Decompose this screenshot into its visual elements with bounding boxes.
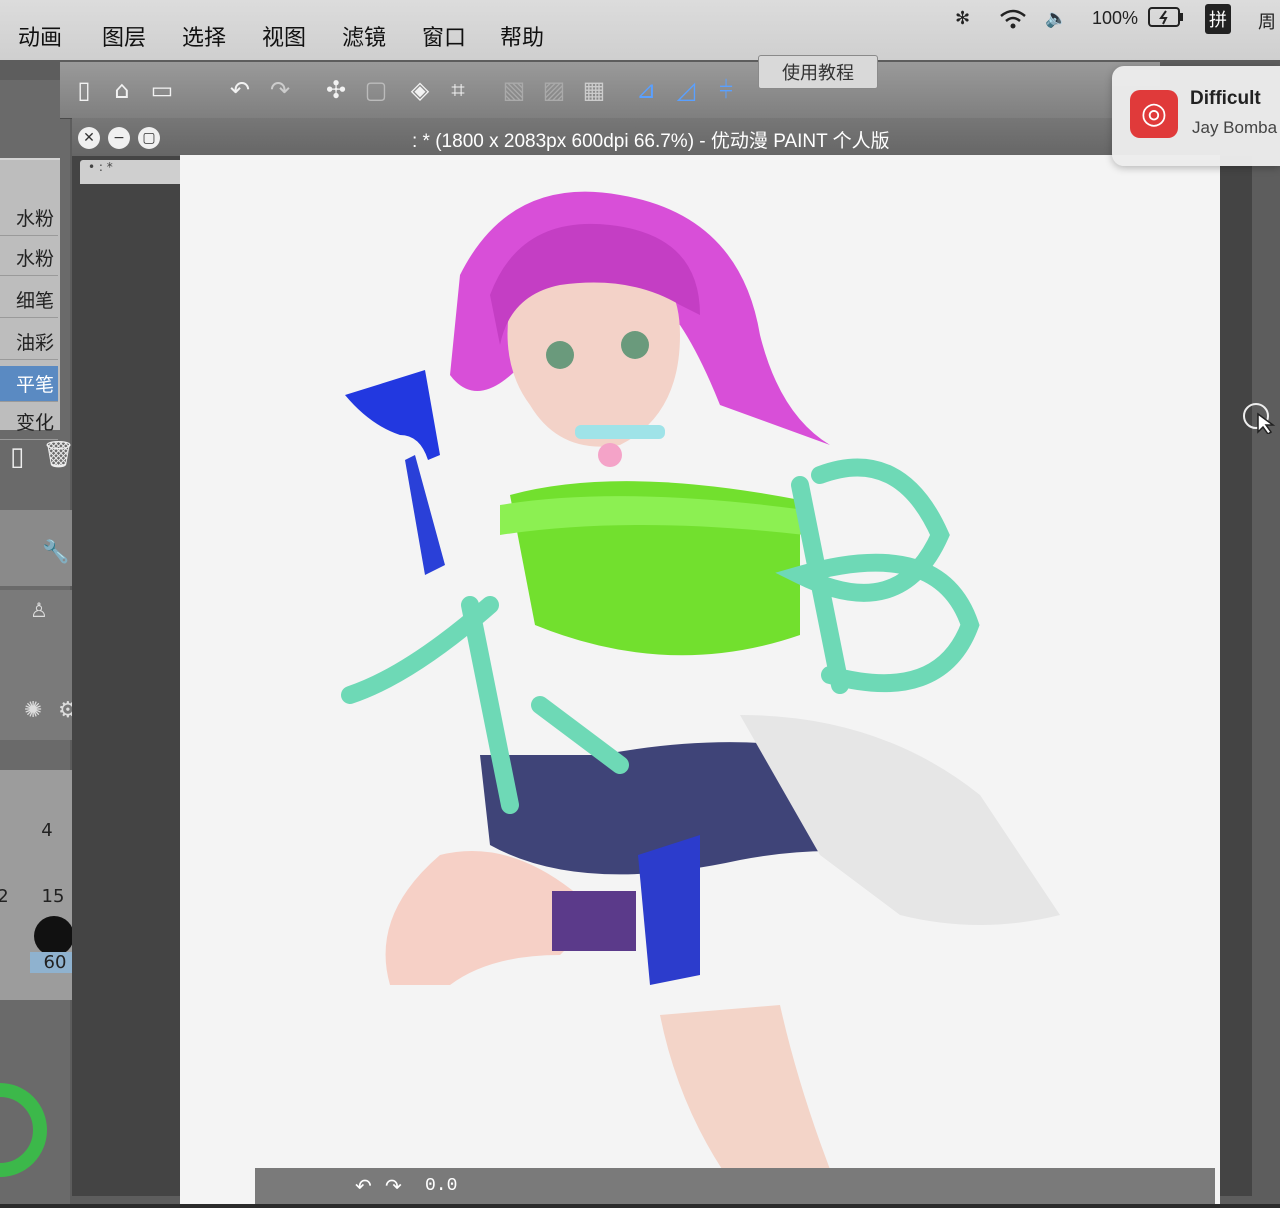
new-file-icon[interactable]: ▯ <box>70 76 98 104</box>
menu-help[interactable]: 帮助 <box>500 20 544 60</box>
brush-item[interactable]: 水粉 <box>0 200 58 236</box>
battery-percent: 100% <box>1092 8 1139 28</box>
notification-banner[interactable]: ◎ Difficult Jay Bomba <box>1112 66 1280 166</box>
new-page-icon[interactable]: ▯ <box>10 442 24 472</box>
redo-icon[interactable]: ↷ <box>266 76 294 104</box>
crop-icon[interactable]: ⌗ <box>444 76 472 104</box>
notification-title: Difficult <box>1190 88 1261 109</box>
snap-ruler-icon[interactable]: ⊿ <box>632 76 660 104</box>
brush-size-option[interactable]: 15 <box>28 886 78 907</box>
volume-icon[interactable]: 🔈 <box>1045 8 1067 29</box>
ruler-icon[interactable]: ▧ <box>500 76 528 104</box>
tutorial-button[interactable]: 使用教程 <box>758 55 878 89</box>
close-window-icon[interactable]: ✕ <box>78 127 100 149</box>
brush-item[interactable]: 水粉 <box>0 240 58 276</box>
wifi-icon[interactable] <box>998 8 1028 35</box>
brush-item-selected[interactable]: 平笔 <box>0 366 58 402</box>
document-titlebar: ✕ − ▢ : * (1800 x 2083px 600dpi 66.7%) -… <box>72 118 1162 156</box>
bluetooth-icon[interactable]: ✻ <box>955 8 970 29</box>
rotate-right-icon[interactable]: ↷ <box>385 1174 402 1198</box>
layer-lock-icon[interactable]: ♙ <box>30 598 48 622</box>
menu-animation[interactable]: 动画 <box>18 20 62 60</box>
transform-icon[interactable]: ✣ <box>322 76 350 104</box>
undo-icon[interactable]: ↶ <box>226 76 254 104</box>
fill-icon[interactable]: ◈ <box>406 76 434 104</box>
document-title: : * (1800 x 2083px 600dpi 66.7%) - 优动漫 P… <box>412 131 890 152</box>
canvas-bottom-bar: ↶ ↷ 0.0 <box>255 1168 1215 1204</box>
grid-icon[interactable]: ▦ <box>580 76 608 104</box>
menu-filter[interactable]: 滤镜 <box>342 20 386 60</box>
artwork-illustration <box>341 191 1060 1195</box>
menu-view[interactable]: 视图 <box>262 20 306 60</box>
music-app-icon: ◎ <box>1130 90 1178 138</box>
snap-special-icon[interactable]: ◿ <box>672 76 700 104</box>
menu-window[interactable]: 窗口 <box>422 20 466 60</box>
brush-list: 水粉 水粉 细笔 油彩 平笔 变化 <box>0 160 60 440</box>
trash-icon[interactable]: 🗑 <box>42 440 75 470</box>
layer-tools: ▯ 🗑 <box>6 438 75 474</box>
battery-icon[interactable] <box>1148 6 1184 33</box>
brush-size-dot[interactable] <box>34 916 74 956</box>
brush-item[interactable]: 变化 <box>0 404 58 440</box>
brush-item[interactable]: 油彩 <box>0 324 58 360</box>
input-method-icon[interactable]: 拼 <box>1205 4 1231 34</box>
open-folder-icon[interactable]: ⌂ <box>108 76 136 104</box>
brush-size-option[interactable]: 2 <box>0 886 28 907</box>
menubar: 动画 图层 选择 视图 滤镜 窗口 帮助 ✻ 🔈 100% 拼 周 <box>0 0 1280 60</box>
drawing-canvas[interactable] <box>180 155 1220 1204</box>
maximize-window-icon[interactable]: ▢ <box>138 127 160 149</box>
menu-select[interactable]: 选择 <box>182 20 226 60</box>
menu-layer[interactable]: 图层 <box>102 20 146 60</box>
perspective-icon[interactable]: ▨ <box>540 76 568 104</box>
clock[interactable]: 周 <box>1258 8 1276 34</box>
rotation-value[interactable]: 0.0 <box>425 1176 457 1196</box>
brush-size-option[interactable]: 4 <box>22 820 72 841</box>
rotate-left-icon[interactable]: ↶ <box>355 1174 372 1198</box>
tool-property-panel: 🔧 <box>0 510 82 586</box>
brush-item[interactable]: 细笔 <box>0 282 58 318</box>
select-icon[interactable]: ▢ <box>362 76 390 104</box>
minimize-window-icon[interactable]: − <box>108 127 130 149</box>
snap-grid-icon[interactable]: ⫩ <box>712 76 740 104</box>
save-icon[interactable]: ▭ <box>148 76 176 104</box>
aperture-icon[interactable]: ✺ <box>24 698 42 723</box>
color-wheel[interactable] <box>0 1040 50 1204</box>
wrench-icon[interactable]: 🔧 <box>42 540 69 565</box>
main-toolbar: ▯ ⌂ ▭ ↶ ↷ ✣ ▢ ◈ ⌗ ▧ ▨ ▦ ⊿ ◿ ⫩ <box>60 62 1160 119</box>
notification-subtitle: Jay Bomba <box>1192 118 1278 137</box>
cursor-icon <box>1242 400 1276 436</box>
